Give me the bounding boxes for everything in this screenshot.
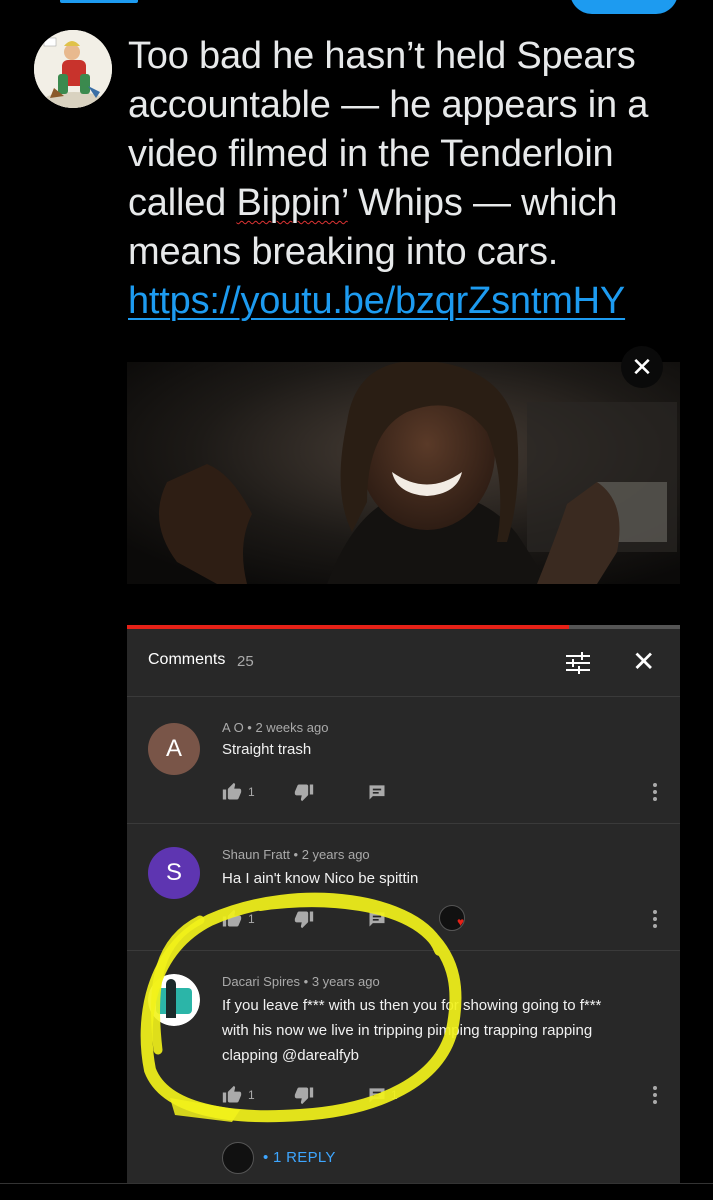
comment-meta: Dacari Spires • 3 years ago — [222, 974, 380, 989]
comment-text: If you leave f*** with us then you for s… — [222, 993, 652, 1068]
comment-meta: Shaun Fratt • 2 years ago — [222, 847, 370, 862]
author-avatar[interactable] — [34, 30, 112, 108]
video-player[interactable] — [127, 362, 680, 584]
comment-time: 2 weeks ago — [255, 720, 329, 735]
close-comments-button[interactable]: ✕ — [632, 648, 655, 676]
thumbs-down-icon — [294, 784, 314, 802]
thumbs-up-icon — [222, 1085, 242, 1103]
like-button[interactable]: 1 — [222, 908, 255, 930]
comments-count: 25 — [237, 653, 254, 670]
misspelled-word: Bippin’ — [236, 182, 348, 224]
comment-item: S Shaun Fratt • 2 years ago Ha I ain't k… — [127, 824, 680, 951]
comment-author[interactable]: Shaun Fratt — [222, 847, 290, 862]
more-options-icon[interactable] — [647, 908, 663, 930]
comment-time: 3 years ago — [311, 974, 380, 989]
tweet-line: called Bippin’ Whips — which — [128, 179, 688, 228]
like-count: 1 — [248, 912, 255, 926]
reply-comment-button[interactable] — [367, 781, 387, 803]
thumbs-up-icon — [222, 782, 242, 800]
dislike-button[interactable] — [294, 908, 314, 930]
view-replies-button[interactable]: • 1 REPLY — [263, 1149, 336, 1166]
comment-meta: A O • 2 weeks ago — [222, 720, 329, 735]
sort-filter-icon[interactable] — [565, 651, 591, 675]
reply-bubble-icon — [369, 1088, 385, 1103]
reply-button[interactable] — [570, 0, 678, 14]
like-button[interactable]: 1 — [222, 781, 255, 803]
more-options-icon[interactable] — [647, 781, 663, 803]
reply-comment-button[interactable] — [367, 908, 387, 930]
tweet-text: Too bad he hasn’t held Spears accountabl… — [128, 32, 688, 326]
dislike-button[interactable] — [294, 1084, 314, 1106]
more-options-icon[interactable] — [647, 1084, 663, 1106]
reply-count: 1 — [391, 1088, 398, 1102]
tweet-line: means breaking into cars. — [128, 231, 559, 273]
reply-author-avatar — [222, 1142, 254, 1174]
tab-indicator — [60, 0, 138, 3]
reply-bubble-icon — [369, 912, 385, 927]
thumbs-down-icon — [294, 911, 314, 929]
comment-actions: 1 1 — [222, 1084, 522, 1106]
comment-item: Dacari Spires • 3 years ago If you leave… — [127, 951, 680, 1184]
thumbs-down-icon — [294, 1087, 314, 1105]
tweet-line: accountable — he appears in a — [128, 84, 649, 126]
tweet-text-fragment: called — [128, 182, 237, 224]
comments-panel: Comments 25 ✕ A A O • 2 weeks ago Straig… — [127, 629, 680, 1184]
commenter-avatar[interactable]: A — [148, 723, 200, 775]
like-count: 1 — [248, 1088, 255, 1102]
video-frame-image — [127, 362, 680, 584]
tweet-line: Too bad he hasn’t held Spears — [128, 35, 636, 77]
dislike-button[interactable] — [294, 781, 314, 803]
commenter-avatar[interactable]: S — [148, 847, 200, 899]
tweet-line: video filmed in the Tenderloin — [128, 133, 614, 175]
comment-author[interactable]: Dacari Spires — [222, 974, 300, 989]
like-count: 1 — [248, 785, 255, 799]
avatar-illustration-icon — [34, 30, 112, 108]
comment-text: Ha I ain't know Nico be spittin — [222, 870, 419, 887]
comments-title: Comments — [148, 651, 226, 668]
comment-item: A A O • 2 weeks ago Straight trash 1 — [127, 697, 680, 824]
divider — [0, 1183, 713, 1184]
thumbs-up-icon — [222, 909, 242, 927]
comment-text-line: with his now we live in tripping pimping… — [222, 1022, 593, 1039]
reply-comment-button[interactable]: 1 — [367, 1084, 398, 1106]
like-button[interactable]: 1 — [222, 1084, 255, 1106]
tweet-text-fragment: Whips — which — [347, 182, 618, 224]
close-video-button[interactable]: ✕ — [621, 346, 663, 388]
replies-label: 1 REPLY — [273, 1149, 336, 1166]
comment-actions: 1 ♥ — [222, 905, 522, 931]
reply-bubble-icon — [369, 785, 385, 800]
comment-author[interactable]: A O — [222, 720, 244, 735]
commenter-avatar[interactable] — [148, 974, 200, 1026]
comments-header: Comments 25 ✕ — [127, 629, 680, 697]
comment-actions: 1 — [222, 781, 522, 803]
comment-text-line: clapping @darealfyb — [222, 1047, 359, 1064]
comment-text: Straight trash — [222, 741, 312, 758]
comment-time: 2 years ago — [301, 847, 370, 862]
comment-text-line: If you leave f*** with us then you for s… — [222, 997, 602, 1014]
youtube-link[interactable]: https://youtu.be/bzqrZsntmHY — [128, 280, 625, 322]
heart-icon: ♥ — [457, 915, 465, 929]
